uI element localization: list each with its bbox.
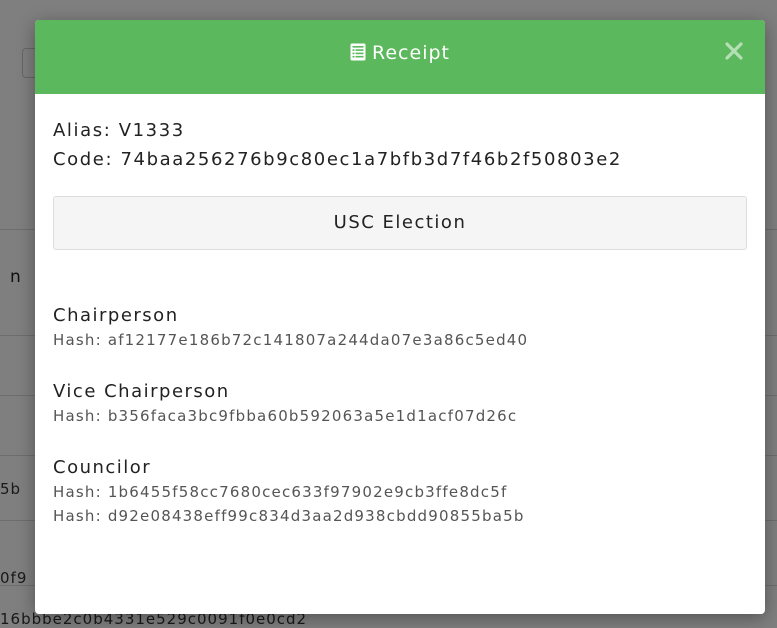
- modal-title: Receipt: [35, 42, 765, 64]
- position-chairperson: Chairperson Hash: af12177e186b72c141807a…: [53, 304, 747, 352]
- election-name-panel: USC Election: [53, 196, 747, 250]
- position-title: Vice Chairperson: [53, 381, 230, 402]
- receipt-code: Code: 74baa256276b9c80ec1a7bfb3d7f46b2f5…: [53, 149, 622, 170]
- vote-hash: Hash: 1b6455f58cc7680cec633f97902e9cb3ff…: [53, 483, 508, 501]
- vote-hash: Hash: d92e08438eff99c834d3aa2d938cbdd908…: [53, 507, 525, 525]
- position-title: Chairperson: [53, 305, 179, 326]
- position-title: Councilor: [53, 457, 152, 478]
- vote-hash: Hash: b356faca3bc9fbba60b592063a5e1d1acf…: [53, 407, 518, 425]
- close-icon[interactable]: [725, 42, 743, 60]
- voter-alias: Alias: V1333: [53, 120, 185, 141]
- position-councilor: Councilor Hash: 1b6455f58cc7680cec633f97…: [53, 456, 747, 528]
- modal-header: Receipt: [35, 20, 765, 94]
- modal-title-text: Receipt: [372, 42, 450, 64]
- modal-body: Alias: V1333 Code: 74baa256276b9c80ec1a7…: [35, 94, 765, 528]
- receipt-modal: Receipt Alias: V1333 Code: 74baa256276b9…: [35, 20, 765, 614]
- position-vice-chairperson: Vice Chairperson Hash: b356faca3bc9fbba6…: [53, 380, 747, 428]
- vote-hash: Hash: af12177e186b72c141807a244da07e3a86…: [53, 331, 529, 349]
- list-alt-icon: [350, 43, 366, 61]
